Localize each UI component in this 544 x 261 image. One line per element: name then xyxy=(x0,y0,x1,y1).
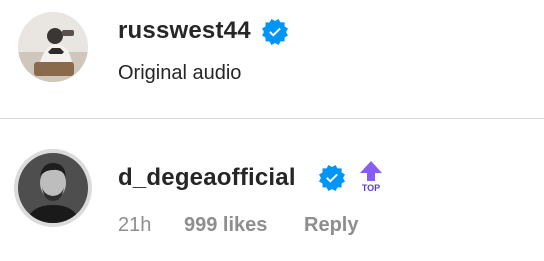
top-badge-label: TOP xyxy=(362,183,380,193)
top-arrow-icon: TOP xyxy=(360,161,382,193)
commenter-username[interactable]: d_degeaofficial xyxy=(118,163,296,193)
avatar-image xyxy=(18,153,88,223)
commenter-avatar[interactable] xyxy=(14,149,92,227)
post-author-avatar[interactable] xyxy=(18,12,88,82)
comment-item: d_degeaofficial TOP 21h 999 likes Reply xyxy=(0,119,544,261)
likes-count-button[interactable]: 999 likes xyxy=(184,212,304,238)
post-header: russwest44 Original audio xyxy=(0,0,544,118)
post-author-username[interactable]: russwest44 xyxy=(118,16,251,46)
verified-badge-icon xyxy=(319,165,345,191)
comment-meta: 21h 999 likes Reply xyxy=(118,212,358,238)
avatar-image xyxy=(18,12,88,82)
avatar-image-wrapper xyxy=(18,153,88,223)
verified-badge-icon xyxy=(262,19,288,45)
original-audio-link[interactable]: Original audio xyxy=(118,60,241,86)
page: russwest44 Original audio d_degeaofficia… xyxy=(0,0,544,261)
comment-timestamp: 21h xyxy=(118,214,152,236)
reply-button[interactable]: Reply xyxy=(304,212,358,238)
